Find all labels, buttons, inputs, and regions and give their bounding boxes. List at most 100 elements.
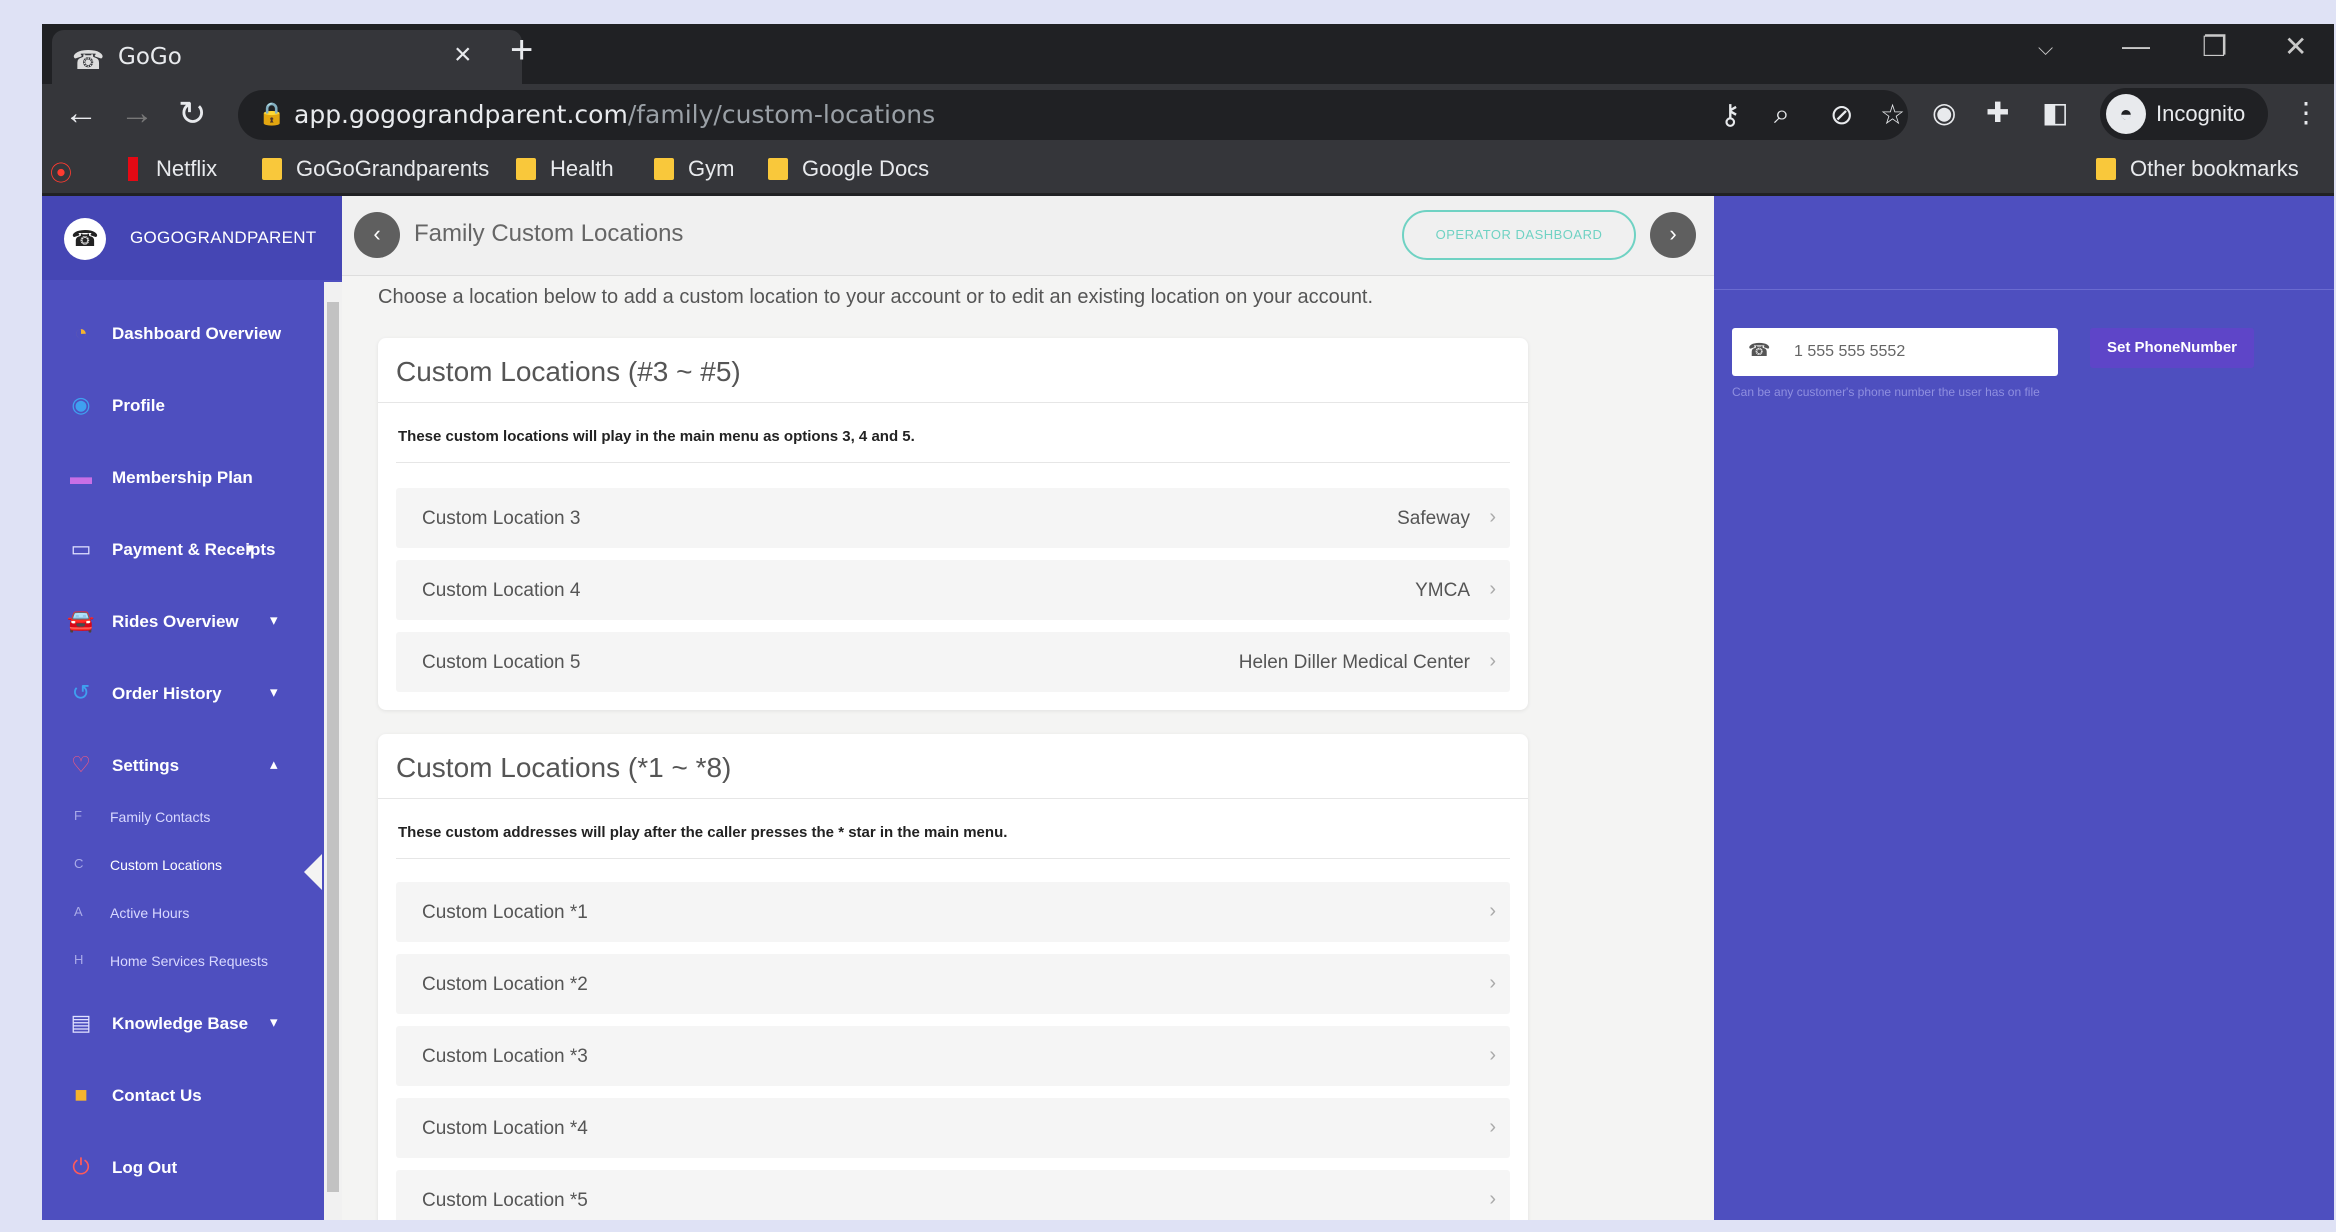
forward-icon[interactable]: → — [120, 94, 154, 133]
operator-dashboard-button[interactable]: OPERATOR DASHBOARD — [1402, 210, 1636, 260]
bookmark-gogograndparents[interactable]: GoGoGrandparents — [262, 156, 489, 182]
sidebar-item-label: Dashboard Overview — [112, 324, 282, 343]
sidebar-subitem-home-services[interactable]: H Home Services Requests — [42, 944, 342, 976]
url-path: /family/custom-locations — [627, 100, 936, 129]
bookmark-star-icon[interactable]: ☆ — [1880, 98, 1905, 131]
sidebar-scrollbar[interactable] — [324, 282, 342, 1220]
location-row[interactable]: Custom Location *5 › — [396, 1170, 1510, 1220]
back-arrow-button[interactable]: ‹ — [354, 212, 400, 258]
location-label: Custom Location *3 — [422, 1046, 588, 1067]
chevron-right-icon: › — [1489, 506, 1496, 528]
tracking-blocked-icon[interactable]: ⊘ — [1830, 98, 1853, 131]
sidebar-item-contact-us[interactable]: ■ Contact Us — [42, 1072, 342, 1120]
incognito-profile[interactable]: ◓ Incognito — [2100, 88, 2268, 140]
location-label: Custom Location *4 — [422, 1118, 588, 1139]
netflix-icon — [128, 157, 138, 181]
submenu-marker: F — [74, 808, 82, 823]
location-label: Custom Location *5 — [422, 1190, 588, 1211]
bookmark-label: Health — [550, 156, 614, 181]
main-content: ‹ Family Custom Locations OPERATOR DASHB… — [342, 196, 1974, 1220]
sidebar-item-knowledge-base[interactable]: ▤ Knowledge Base ▾ — [42, 1000, 342, 1048]
location-row[interactable]: Custom Location 5 Helen Diller Medical C… — [396, 632, 1510, 692]
sidebar-item-label: Log Out — [112, 1158, 178, 1177]
divider — [378, 798, 1528, 799]
restore-icon[interactable]: ❐ — [2202, 30, 2227, 63]
location-row[interactable]: Custom Location *1 › — [396, 882, 1510, 942]
sidebar-item-label: Membership Plan — [112, 468, 253, 487]
brand-name: GOGOGRANDPARENT — [130, 228, 317, 247]
zoom-icon[interactable]: ⌕ — [1774, 98, 1790, 131]
bookmark-health[interactable]: Health — [516, 156, 614, 182]
profile-icon: ◉ — [71, 392, 91, 417]
folder-icon — [516, 158, 536, 180]
sidebar-item-label: Profile — [112, 396, 165, 415]
bookmarks-bar: ⦿ Netflix GoGoGrandparents Health Gym Go… — [42, 146, 2334, 194]
back-icon[interactable]: ← — [64, 94, 98, 133]
chevron-right-icon: › — [1489, 578, 1496, 600]
camera-extension-icon[interactable]: ◉ — [1932, 96, 1956, 129]
forward-arrow-button[interactable]: › — [1650, 212, 1696, 258]
power-icon: ⏻ — [72, 1154, 90, 1179]
close-window-icon[interactable]: ✕ — [2284, 30, 2307, 63]
location-row[interactable]: Custom Location 4 YMCA › — [396, 560, 1510, 620]
browser-window: ☎ GoGo × + ⌵ — ❐ ✕ ← → ↻ 🔒 app.gogogrand… — [42, 24, 2334, 1220]
folder-icon — [768, 158, 788, 180]
card-description: These custom addresses will play after t… — [398, 824, 1008, 841]
bookmark-gym[interactable]: Gym — [654, 156, 734, 182]
sidebar-item-dashboard[interactable]: ◔ Dashboard Overview — [42, 310, 342, 358]
location-row[interactable]: Custom Location *4 › — [396, 1098, 1510, 1158]
scrollbar-thumb[interactable] — [327, 302, 339, 1192]
sidebar-item-log-out[interactable]: ⏻ Log Out — [42, 1144, 342, 1192]
folder-icon — [262, 158, 282, 180]
key-icon[interactable]: ⚷ — [1720, 98, 1741, 131]
chevron-up-icon: ▴ — [270, 756, 278, 773]
location-label: Custom Location *1 — [422, 902, 588, 923]
phone-number-input[interactable]: ☎ 1 555 555 5552 — [1732, 328, 2058, 376]
phone-favicon-icon: ☎ — [72, 45, 105, 75]
sidebar-item-payment[interactable]: ▭ Payment & Receipts ▾ — [42, 526, 342, 574]
location-value: YMCA — [1415, 580, 1470, 601]
sidebar-item-membership[interactable]: ▬ Membership Plan — [42, 454, 342, 502]
set-phone-number-button[interactable]: Set PhoneNumber — [2090, 328, 2254, 368]
sidebar-item-order-history[interactable]: ↺ Order History ▾ — [42, 670, 342, 718]
brand-header[interactable]: ☎ GOGOGRANDPARENT — [42, 196, 342, 280]
tab-search-icon[interactable]: ⌵ — [2038, 38, 2053, 61]
folder-icon — [2096, 158, 2116, 180]
location-row[interactable]: Custom Location *2 › — [396, 954, 1510, 1014]
bookmark-netflix[interactable]: Netflix — [128, 156, 217, 182]
location-label: Custom Location 4 — [422, 580, 581, 601]
new-tab-button[interactable]: + — [510, 28, 533, 73]
page-header: ‹ Family Custom Locations OPERATOR DASHB… — [342, 196, 1714, 276]
browser-tab[interactable]: ☎ GoGo × — [52, 30, 522, 84]
submenu-marker: C — [74, 856, 84, 871]
close-tab-icon[interactable]: × — [454, 38, 472, 72]
sidebar-item-rides[interactable]: 🚘 Rides Overview ▾ — [42, 598, 342, 646]
phone-icon: ☎ — [1748, 340, 1771, 360]
incognito-icon: ◓ — [2106, 94, 2146, 134]
chevron-right-icon: › — [1489, 1044, 1496, 1066]
other-bookmarks[interactable]: Other bookmarks — [2096, 156, 2299, 182]
sidebar-item-profile[interactable]: ◉ Profile — [42, 382, 342, 430]
location-row[interactable]: Custom Location 3 Safeway › — [396, 488, 1510, 548]
location-row[interactable]: Custom Location *3 › — [396, 1026, 1510, 1086]
side-panel-icon[interactable]: ◧ — [2042, 96, 2068, 129]
folder-icon — [654, 158, 674, 180]
heart-icon: ♡ — [71, 752, 91, 777]
sidebar-subitem-family-contacts[interactable]: F Family Contacts — [42, 800, 342, 832]
tab-title: GoGo — [118, 44, 182, 70]
bookmark-label: Google Docs — [802, 156, 930, 181]
sidebar-item-settings[interactable]: ♡ Settings ▴ — [42, 742, 342, 790]
sidebar-subitem-label: Family Contacts — [110, 809, 211, 825]
extensions-icon[interactable]: ✚ — [1986, 96, 2009, 129]
sidebar-subitem-active-hours[interactable]: A Active Hours — [42, 896, 342, 928]
car-icon: 🚘 — [67, 608, 95, 633]
youtube-icon[interactable]: ⦿ — [50, 156, 72, 188]
address-bar[interactable]: 🔒 app.gogograndparent.com/family/custom-… — [238, 90, 1908, 140]
minimize-icon[interactable]: — — [2122, 30, 2150, 62]
menu-icon[interactable]: ⋮ — [2292, 96, 2320, 129]
location-label: Custom Location *2 — [422, 974, 588, 995]
reload-icon[interactable]: ↻ — [178, 94, 207, 134]
sidebar-subitem-custom-locations[interactable]: C Custom Locations — [42, 848, 342, 880]
url-text: app.gogograndparent.com/family/custom-lo… — [294, 100, 935, 129]
bookmark-google-docs[interactable]: Google Docs — [768, 156, 929, 182]
